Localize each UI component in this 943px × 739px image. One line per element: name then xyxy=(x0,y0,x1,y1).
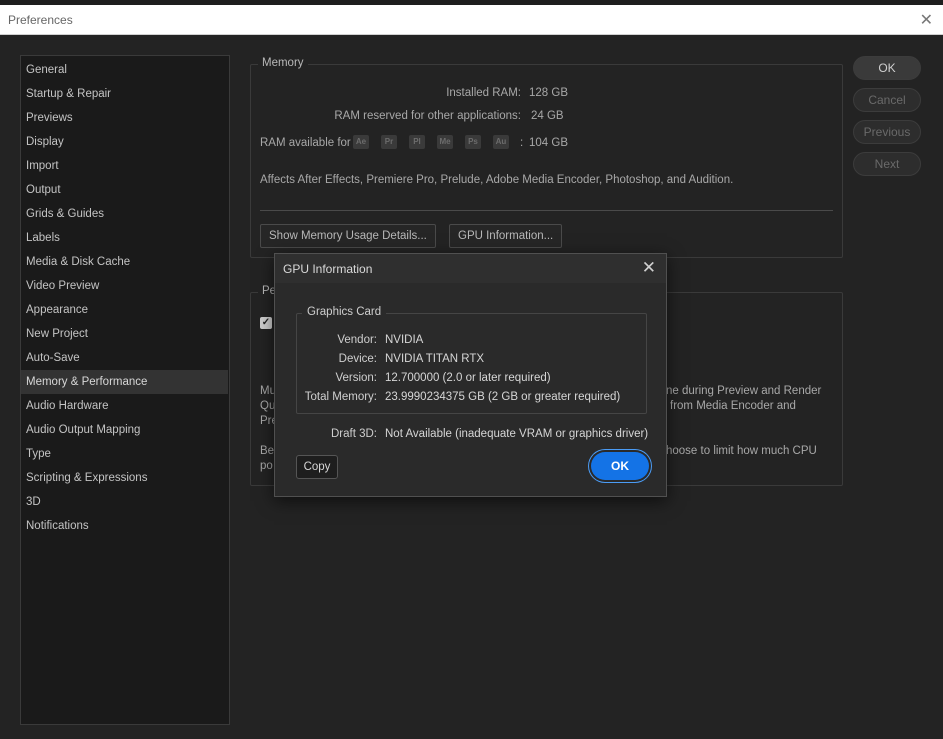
ram-available-value: 104 GB xyxy=(529,137,568,149)
perf-text-right3: hoose to limit how much CPU xyxy=(666,445,817,457)
sidebar-item-grids-guides[interactable]: Grids & Guides xyxy=(21,202,228,226)
sidebar-item-notifications[interactable]: Notifications xyxy=(21,514,228,538)
sidebar-item-type[interactable]: Type xyxy=(21,442,228,466)
memory-legend: Memory xyxy=(258,57,308,69)
ram-available-colon: : xyxy=(520,137,524,149)
dialog-ok-button[interactable]: OK xyxy=(591,452,649,480)
reserved-ram-value: 24 GB xyxy=(531,110,564,122)
sidebar: General Startup & Repair Previews Display Im… xyxy=(20,55,230,725)
installed-ram-label: Installed RAM: xyxy=(446,87,521,99)
sidebar-item-startup-repair[interactable]: Startup & Repair xyxy=(21,82,228,106)
sidebar-item-labels[interactable]: Labels xyxy=(21,226,228,250)
dialog-header: GPU Information ✕ xyxy=(275,254,666,283)
show-memory-usage-button[interactable]: Show Memory Usage Details... xyxy=(260,224,436,248)
reserved-ram-label: RAM reserved for other applications: xyxy=(334,110,521,122)
sidebar-item-memory-performance[interactable]: Memory & Performance xyxy=(21,370,228,394)
sidebar-item-scripting-expressions[interactable]: Scripting & Expressions xyxy=(21,466,228,490)
sidebar-item-audio-hardware[interactable]: Audio Hardware xyxy=(21,394,228,418)
draft-3d-label: Draft 3D: xyxy=(330,428,377,440)
sidebar-item-audio-output-mapping[interactable]: Audio Output Mapping xyxy=(21,418,228,442)
gpu-information-dialog: GPU Information ✕ Graphics Card Vendor: … xyxy=(274,253,667,497)
total-memory-value: 23.9990234375 GB (2 GB or greater requir… xyxy=(385,391,621,403)
sidebar-item-media-disk-cache[interactable]: Media & Disk Cache xyxy=(21,250,228,274)
sidebar-item-auto-save[interactable]: Auto-Save xyxy=(21,346,228,370)
version-label: Version: xyxy=(335,372,377,384)
sidebar-item-output[interactable]: Output xyxy=(21,178,228,202)
vendor-label: Vendor: xyxy=(337,334,377,346)
sidebar-item-3d[interactable]: 3D xyxy=(21,490,228,514)
window-title: Preferences xyxy=(8,13,73,27)
perf-text-right1: ne during Preview and Render xyxy=(666,385,822,397)
sidebar-item-video-preview[interactable]: Video Preview xyxy=(21,274,228,298)
title-bar: Preferences ✕ xyxy=(0,5,943,35)
sidebar-item-display[interactable]: Display xyxy=(21,130,228,154)
ram-available-label: RAM available for xyxy=(260,137,351,149)
vendor-value: NVIDIA xyxy=(385,334,424,346)
photoshop-icon: Ps xyxy=(465,135,481,149)
sidebar-item-general[interactable]: General xyxy=(21,58,228,82)
cancel-button[interactable]: Cancel xyxy=(853,88,921,112)
perf-text-line5: po xyxy=(260,460,273,472)
audition-icon: Au xyxy=(493,135,509,149)
device-value: NVIDIA TITAN RTX xyxy=(385,353,485,365)
next-button[interactable]: Next xyxy=(853,152,921,176)
copy-button[interactable]: Copy xyxy=(296,455,338,479)
total-memory-label: Total Memory: xyxy=(304,391,377,403)
after-effects-icon: Ae xyxy=(353,135,369,149)
prelude-icon: Pl xyxy=(409,135,425,149)
graphics-card-legend: Graphics Card xyxy=(302,306,387,318)
perf-text-line4: Be xyxy=(260,445,275,457)
memory-divider xyxy=(260,210,833,211)
media-encoder-icon: Me xyxy=(437,135,453,149)
gpu-information-button[interactable]: GPU Information... xyxy=(449,224,563,248)
sidebar-item-appearance[interactable]: Appearance xyxy=(21,298,228,322)
affects-note: Affects After Effects, Premiere Pro, Pre… xyxy=(260,174,734,186)
sidebar-item-import[interactable]: Import xyxy=(21,154,228,178)
ok-button[interactable]: OK xyxy=(853,56,921,80)
previous-button[interactable]: Previous xyxy=(853,120,921,144)
close-icon[interactable]: ✕ xyxy=(920,10,933,30)
performance-checkbox[interactable]: ✓ xyxy=(260,317,272,329)
sidebar-item-previews[interactable]: Previews xyxy=(21,106,228,130)
perf-text-right2: from Media Encoder and xyxy=(670,400,796,412)
draft-3d-value: Not Available (inadequate VRAM or graphi… xyxy=(385,428,649,440)
dialog-close-icon[interactable]: ✕ xyxy=(642,258,656,278)
dialog-title: GPU Information xyxy=(283,262,373,276)
version-value: 12.700000 (2.0 or later required) xyxy=(385,372,551,384)
sidebar-item-new-project[interactable]: New Project xyxy=(21,322,228,346)
premiere-pro-icon: Pr xyxy=(381,135,397,149)
installed-ram-value: 128 GB xyxy=(529,87,568,99)
device-label: Device: xyxy=(338,353,377,365)
